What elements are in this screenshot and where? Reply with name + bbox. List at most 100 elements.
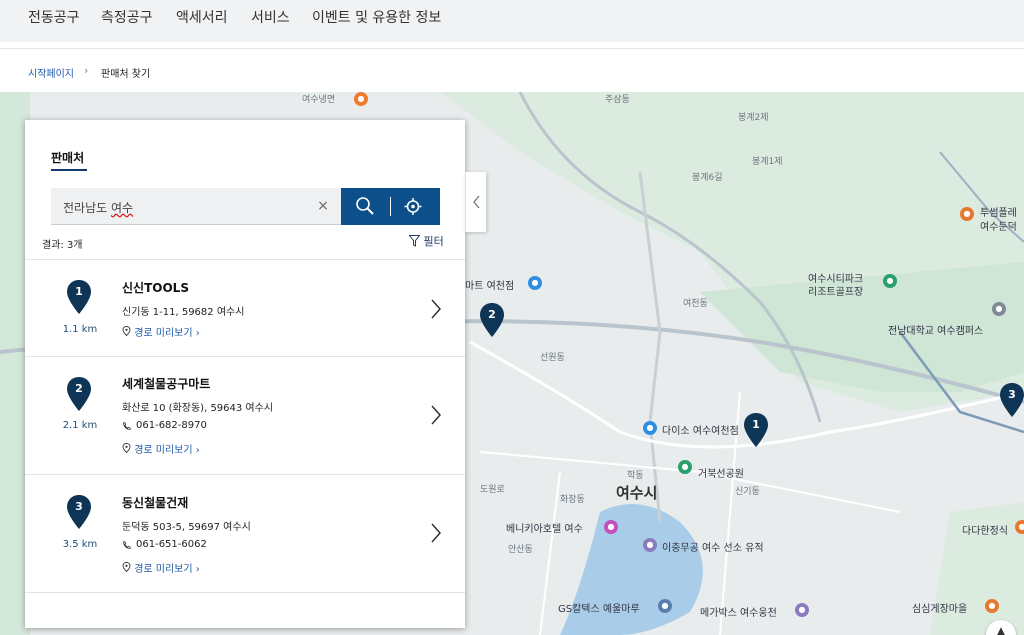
chevron-right-icon: › (195, 445, 200, 456)
route-preview-link[interactable]: 경로 미리보기 › (122, 441, 200, 456)
breadcrumb-separator: › (84, 64, 89, 77)
search-icon (356, 197, 374, 215)
cafe-icon[interactable]: ● (960, 207, 974, 221)
results-count: 결과: 3개 (42, 240, 83, 251)
map-label-ansandong: 안산동 (508, 545, 533, 555)
search-input[interactable]: 전라남도 여수 (51, 188, 341, 225)
map-label-city: 여수시 (616, 484, 658, 502)
crosshair-icon (404, 198, 422, 215)
search-actions (341, 188, 440, 225)
map-pin-3-number: 3 (1008, 388, 1016, 401)
tab-underline (51, 169, 87, 171)
map-label-megabox: 메가박스 여수웅천 (700, 608, 777, 619)
map-label-chonnam: 전남대학교 여수캠퍼스 (888, 326, 984, 337)
result-name: 신신TOOLS (122, 281, 189, 295)
chevron-right-icon[interactable] (429, 522, 443, 544)
map-pin-2-number: 2 (488, 308, 496, 321)
list-divider (25, 592, 465, 593)
map-label-bonggye1: 봉계1제 (752, 157, 783, 167)
result-address: 신기동 1-11, 59682 여수시 (122, 307, 245, 318)
search-button[interactable] (341, 188, 390, 225)
filter-button[interactable]: 필터 (408, 233, 444, 249)
map-label-admiral: 이충무공 여수 선소 유적 (662, 543, 764, 554)
map-label-yeosu-naengmyeon: 여수냉면 (302, 95, 336, 105)
map-label-hakdong: 학동 (627, 471, 644, 481)
restaurant-icon-3[interactable]: ● (985, 599, 999, 613)
map-label-yeocheondong: 여천동 (683, 299, 708, 309)
result-number: 2 (75, 382, 83, 395)
map-label-mart: 마트 여천점 (465, 281, 515, 292)
map-pin-3[interactable]: 3 (1000, 383, 1024, 417)
shopping-icon[interactable]: ● (528, 276, 542, 290)
location-pin-icon (122, 326, 131, 337)
chevron-left-icon (473, 195, 480, 209)
chevron-right-icon[interactable] (429, 298, 443, 320)
map-label-gs: GS칼텍스 예울마루 (558, 604, 640, 615)
breadcrumb-current: 판매처 찾기 (101, 69, 151, 80)
nav-item-events[interactable]: 이벤트 및 유용한 정보 (312, 7, 441, 27)
map-label-city-park-2: 리조트골프장 (808, 287, 864, 298)
landmark-icon[interactable]: ● (643, 538, 657, 552)
collapse-panel-button[interactable] (465, 172, 486, 232)
result-pin-3: 3 (67, 495, 91, 529)
map-label-geobukseon: 거북선공원 (698, 469, 744, 480)
map-label-dowonro: 도원로 (480, 485, 505, 495)
nav-item-measuring-tools[interactable]: 측정공구 (101, 7, 153, 27)
search-input-value: 전라남도 여수 (63, 201, 134, 215)
breadcrumb: 시작페이지 › 판매처 찾기 (0, 48, 1024, 92)
chevron-right-icon[interactable] (429, 404, 443, 426)
tab-dealers[interactable]: 판매처 (51, 149, 84, 166)
park-icon[interactable]: ● (678, 460, 692, 474)
result-item-2[interactable]: 2 2.1 km 세계철물공구마트 화산로 10 (화장동), 59643 여수… (25, 356, 465, 474)
school-icon[interactable]: ● (992, 302, 1006, 316)
map-label-benikia: 베니키아호텔 여수 (506, 524, 583, 535)
result-item-3[interactable]: 3 3.5 km 동신철물건재 둔덕동 503-5, 59697 여수시 061… (25, 474, 465, 592)
top-navigation: 전동공구 측정공구 액세서리 서비스 이벤트 및 유용한 정보 (0, 0, 1024, 42)
result-pin-1: 1 (67, 280, 91, 314)
route-preview-link[interactable]: 경로 미리보기 › (122, 560, 200, 575)
culture-icon[interactable]: ● (658, 599, 672, 613)
phone-icon (123, 541, 131, 549)
filter-icon (408, 235, 421, 247)
result-pin-2: 2 (67, 377, 91, 411)
cinema-icon[interactable]: ● (795, 603, 809, 617)
map-label-dadahan: 다다한정식 (962, 526, 1008, 537)
map-pin-1-number: 1 (752, 418, 760, 431)
store-icon[interactable]: ● (643, 421, 657, 435)
locate-me-button[interactable] (391, 188, 440, 225)
nav-item-accessories[interactable]: 액세서리 (176, 7, 228, 27)
result-address: 화산로 10 (화장동), 59643 여수시 (122, 403, 274, 414)
restaurant-icon-2[interactable]: ● (1015, 520, 1024, 534)
map-label-jusamdong: 주삼동 (605, 95, 630, 105)
chevron-right-icon: › (195, 564, 200, 575)
route-preview-link[interactable]: 경로 미리보기 › (122, 324, 200, 339)
result-distance: 1.1 km (62, 324, 98, 335)
location-pin-icon (122, 443, 131, 454)
golf-icon[interactable]: ● (883, 274, 897, 288)
map-label-twosome: 투썸플레 (980, 208, 1017, 219)
result-phone: 061-651-6062 (122, 539, 207, 550)
map-label-bonggye2: 봉계2제 (738, 113, 769, 123)
clear-search-icon[interactable]: × (315, 198, 331, 214)
result-item-1[interactable]: 1 1.1 km 신신TOOLS 신기동 1-11, 59682 여수시 경로 … (25, 259, 465, 356)
location-pin-icon (122, 562, 131, 573)
restaurant-icon[interactable]: ● (354, 92, 368, 106)
map-label-twosome-2: 여수둔덕 (980, 222, 1017, 233)
result-address: 둔덕동 503-5, 59697 여수시 (122, 522, 251, 533)
map-pin-1[interactable]: 1 (744, 413, 768, 447)
dealer-panel: 판매처 전라남도 여수 × 결과: 3개 필터 1 1.1 km 신신TOOLS… (25, 120, 465, 628)
result-phone: 061-682-8970 (122, 420, 207, 431)
result-distance: 3.5 km (62, 539, 98, 550)
result-name: 동신철물건재 (122, 496, 189, 510)
map-label-simsim: 심심게장마을 (912, 604, 968, 615)
breadcrumb-home-link[interactable]: 시작페이지 (28, 65, 74, 80)
map-pin-2[interactable]: 2 (480, 303, 504, 337)
result-name: 세계철물공구마트 (122, 377, 211, 391)
map-label-hwajangdong: 화장동 (560, 495, 585, 505)
chevron-right-icon: › (195, 328, 200, 339)
hotel-icon[interactable]: ● (604, 520, 618, 534)
nav-item-power-tools[interactable]: 전동공구 (28, 7, 80, 27)
result-number: 1 (75, 285, 83, 298)
nav-item-service[interactable]: 서비스 (251, 7, 290, 27)
result-distance: 2.1 km (62, 420, 98, 431)
